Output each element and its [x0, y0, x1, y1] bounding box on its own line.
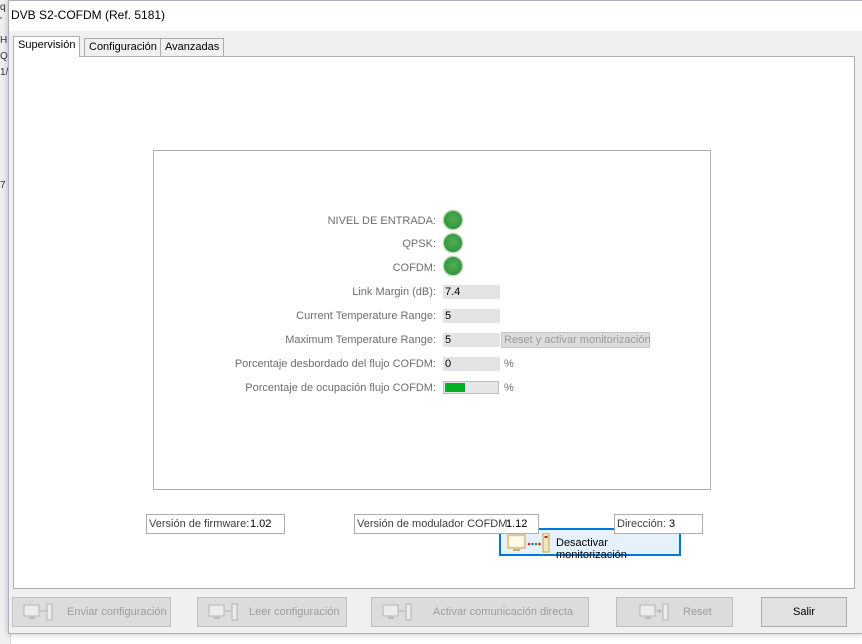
direct-comm-label: Activar comunicación directa: [433, 606, 574, 618]
firmware-version-box: Versión de firmware: 1.02: [146, 514, 285, 534]
current-temp-label: Current Temperature Range:: [296, 310, 436, 322]
read-config-icon: [208, 603, 238, 621]
background-text: ': [0, 16, 2, 27]
firmware-label: Versión de firmware:: [149, 518, 250, 530]
cofdm-label: COFDM:: [392, 262, 436, 274]
link-margin-label: Link Margin (dB):: [352, 286, 436, 298]
deactivate-monitor-label: Desactivar monitorización: [556, 537, 627, 561]
occupancy-unit: %: [504, 382, 514, 394]
current-temp-value: 5: [443, 309, 500, 323]
direct-comm-icon: [382, 603, 412, 621]
cofdm-led-icon: [443, 256, 463, 276]
read-config-button[interactable]: Leer configuración: [197, 597, 347, 627]
address-box: Dirección: 3: [614, 514, 703, 534]
tab-supervision[interactable]: Supervisión: [13, 36, 81, 57]
tab-avanzadas[interactable]: Avanzadas: [160, 38, 225, 56]
supervision-panel: NIVEL DE ENTRADA: QPSK: COFDM: Link Marg…: [13, 56, 855, 589]
overflow-value: 0: [443, 357, 500, 371]
overflow-label: Porcentaje desbordado del flujo COFDM:: [234, 358, 436, 370]
overflow-unit: %: [504, 358, 514, 370]
occupancy-progress-fill: [445, 383, 465, 392]
background-text: 7: [0, 180, 6, 191]
send-config-label: Enviar configuración: [67, 606, 167, 618]
address-value: 3: [669, 518, 676, 530]
exit-label: Salir: [792, 606, 815, 618]
exit-button[interactable]: Salir: [761, 597, 847, 627]
qpsk-led-icon: [443, 233, 463, 253]
address-label: Dirección:: [617, 518, 666, 530]
nivel-entrada-led-icon: [443, 210, 463, 230]
firmware-value: 1.02: [250, 518, 272, 530]
read-config-label: Leer configuración: [249, 606, 340, 618]
send-config-icon: [23, 603, 53, 621]
send-config-button[interactable]: Enviar configuración: [12, 597, 171, 627]
modulator-version-box: Versión de modulador COFDM: 1.12: [354, 514, 539, 534]
modulator-value: 1.12: [506, 518, 528, 530]
reset-label: Reset: [683, 606, 712, 618]
reset-monitor-button[interactable]: Reset y activar monitorización: [501, 332, 651, 348]
occupancy-label: Porcentaje de ocupación flujo COFDM:: [245, 382, 436, 394]
tab-configuracion[interactable]: Configuración: [84, 38, 162, 56]
qpsk-label: QPSK:: [402, 238, 436, 250]
background-text: H: [0, 35, 8, 46]
reset-icon: [639, 603, 669, 621]
max-temp-value: 5: [443, 333, 500, 347]
monitoring-group: NIVEL DE ENTRADA: QPSK: COFDM: Link Marg…: [153, 150, 711, 561]
title-bar[interactable]: DVB S2-COFDM (Ref. 5181): [9, 1, 862, 31]
link-margin-value: 7.4: [443, 285, 500, 299]
reset-button[interactable]: Reset: [616, 597, 733, 627]
background-text: Q: [0, 51, 8, 62]
nivel-entrada-label: NIVEL DE ENTRADA:: [327, 215, 436, 227]
occupancy-progress-bar: [443, 381, 499, 394]
background-text: q: [0, 2, 6, 13]
modulator-label: Versión de modulador COFDM:: [357, 518, 511, 530]
window-title: DVB S2-COFDM (Ref. 5181): [11, 8, 166, 22]
dialog-window: DVB S2-COFDM (Ref. 5181) Supervisión Con…: [8, 0, 862, 634]
direct-comm-button[interactable]: Activar comunicación directa: [371, 597, 589, 627]
max-temp-label: Maximum Temperature Range:: [285, 334, 436, 346]
monitor-link-icon: [507, 533, 550, 553]
